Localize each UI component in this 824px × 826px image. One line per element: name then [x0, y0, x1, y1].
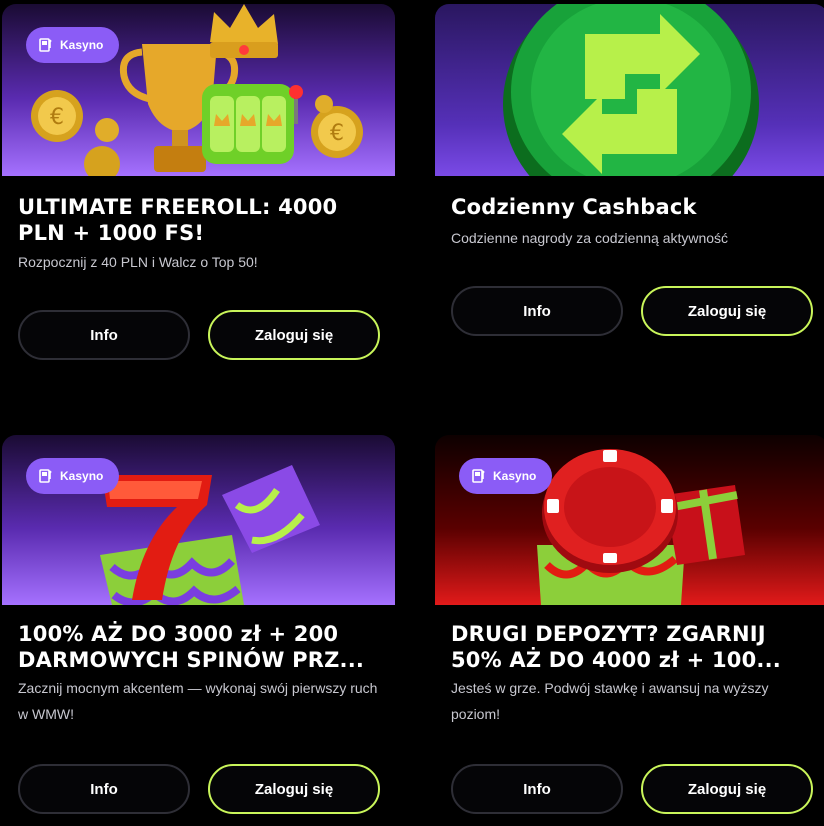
info-button[interactable]: Info [451, 286, 623, 336]
badge-label: Kasyno [493, 469, 537, 483]
promo-title: 100% AŻ DO 3000 zł + 200 DARMOWYCH SPINÓ… [18, 622, 365, 672]
promo-description: Jesteś w grze. Podwój stawkę i awansuj n… [451, 680, 769, 722]
promo-description: Zacznij mocnym akcentem — wykonaj swój p… [18, 680, 378, 722]
promo-banner-cashback [435, 4, 824, 176]
info-button[interactable]: Info [18, 764, 190, 814]
badge-label: Kasyno [60, 469, 104, 483]
login-button[interactable]: Zaloguj się [641, 764, 813, 814]
promo-description: Rozpocznij z 40 PLN i Walcz o Top 50! [18, 254, 258, 270]
svg-text:€: € [50, 105, 64, 130]
promo-title: Codzienny Cashback [451, 195, 697, 219]
badge-label: Kasyno [60, 38, 104, 52]
promo-title: ULTIMATE FREEROLL: 4000 PLN + 1000 FS! [18, 195, 338, 245]
promo-description: Codzienne nagrody za codzienną aktywność [451, 230, 729, 246]
casino-icon [471, 468, 487, 484]
promo-card-cashback: Codzienny Cashback Codzienne nagrody za … [435, 4, 824, 399]
promo-card-second-deposit: Kasyno DRUGI DEPOZYT? ZGARNIJ 50% AŻ DO … [435, 435, 824, 826]
svg-text:€: € [330, 121, 344, 146]
promotions-grid: € € Kasyno ULTIMATE FREEROLL: 4000 PLN +… [0, 0, 824, 826]
promo-card-freeroll: € € Kasyno ULTIMATE FREEROLL: 4000 PLN +… [2, 4, 395, 399]
casino-badge: Kasyno [26, 27, 120, 63]
login-button[interactable]: Zaloguj się [641, 286, 813, 336]
casino-icon [38, 37, 54, 53]
info-button[interactable]: Info [18, 310, 190, 360]
promo-card-welcome: Kasyno 100% AŻ DO 3000 zł + 200 DARMOWYC… [2, 435, 395, 826]
info-button[interactable]: Info [451, 764, 623, 814]
casino-badge: Kasyno [459, 458, 553, 494]
login-button[interactable]: Zaloguj się [208, 310, 380, 360]
promo-title: DRUGI DEPOZYT? ZGARNIJ 50% AŻ DO 4000 zł… [451, 622, 781, 672]
cashback-coin-image [503, 4, 759, 176]
login-button[interactable]: Zaloguj się [208, 764, 380, 814]
casino-icon [38, 468, 54, 484]
casino-badge: Kasyno [26, 458, 120, 494]
